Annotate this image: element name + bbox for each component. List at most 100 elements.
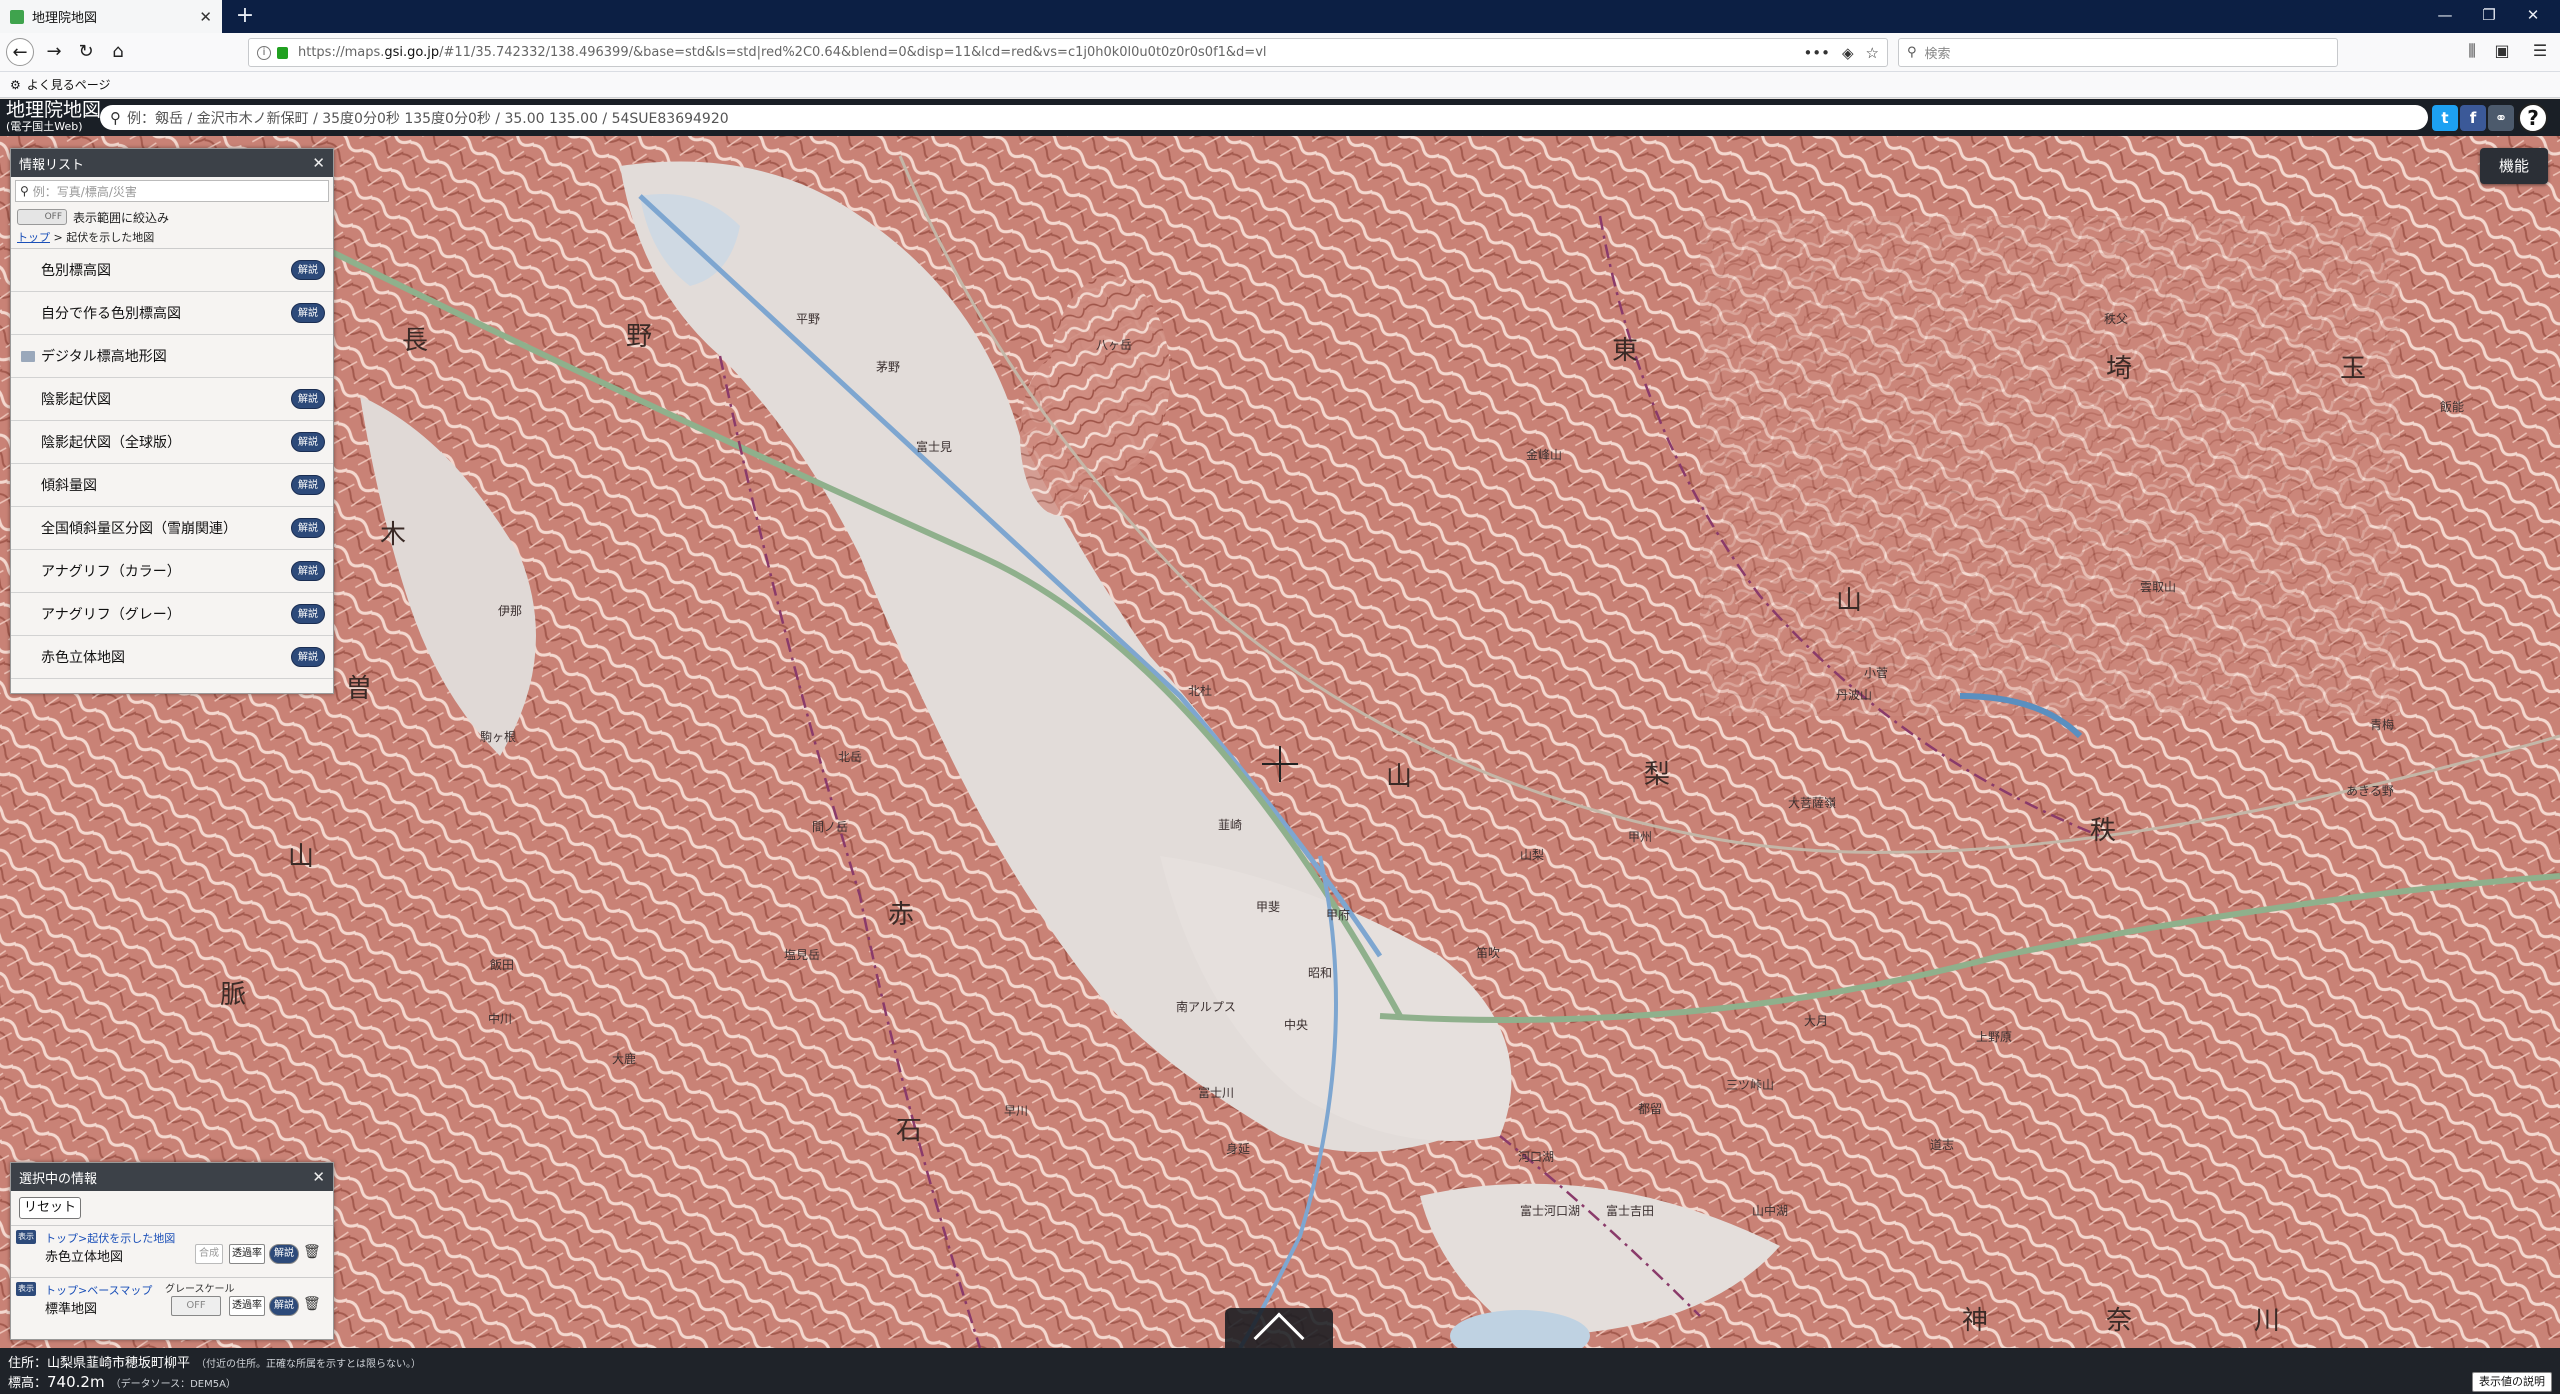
place-label: 三ツ峠山 xyxy=(1726,1078,1775,1092)
breadcrumb-top-link[interactable]: トップ xyxy=(17,231,50,244)
address-note: （付近の住所。正確な所属を示すとは限らない。） xyxy=(196,1359,422,1370)
reset-button[interactable]: リセット xyxy=(19,1197,81,1219)
explain-button[interactable]: 解説 xyxy=(291,303,325,323)
explain-button[interactable]: 解説 xyxy=(269,1296,299,1316)
list-item-label: 色別標高図 xyxy=(41,263,111,279)
place-label: 甲府 xyxy=(1326,908,1351,922)
twitter-icon[interactable]: t xyxy=(2432,105,2458,131)
elevation-source: （データソース：DEM5A） xyxy=(110,1379,236,1390)
site-info-icon[interactable]: i xyxy=(257,45,271,60)
transparency-button[interactable]: 透過率 xyxy=(229,1296,265,1316)
place-search-placeholder: 例：剱岳 / 金沢市木ノ新保町 / 35度0分0秒 135度0分0秒 / 35.… xyxy=(127,110,729,127)
layer-path[interactable]: トップ>起伏を示した地図 xyxy=(45,1230,175,1246)
explain-button[interactable]: 解説 xyxy=(291,518,325,538)
list-item-label: 自分で作る色別標高図 xyxy=(41,306,181,322)
close-icon[interactable]: ✕ xyxy=(312,154,325,172)
info-filter-input[interactable]: ⚲ 例：写真/標高/災害 xyxy=(15,180,329,202)
explain-button[interactable]: 解説 xyxy=(291,260,325,280)
list-item[interactable]: 陰影起伏図（全球版） 解説 xyxy=(11,421,333,464)
explain-button[interactable]: 解説 xyxy=(291,604,325,624)
page-actions-icon[interactable]: ••• xyxy=(1803,44,1830,62)
browser-tab[interactable]: 地理院地図 ✕ xyxy=(0,0,222,33)
place-label: 大菩薩嶺 xyxy=(1788,796,1837,810)
explain-button[interactable]: 解説 xyxy=(269,1244,299,1264)
gsi-logo[interactable]: 地理院地図 (電子国土Web) xyxy=(6,101,101,133)
place-label: 北杜 xyxy=(1188,684,1213,698)
place-label: 青梅 xyxy=(2370,718,2395,732)
close-tab-icon[interactable]: ✕ xyxy=(199,8,212,26)
home-button[interactable]: ⌂ xyxy=(104,38,132,66)
map-label-sai: 埼 xyxy=(2106,354,2133,384)
list-item[interactable]: 全国傾斜量区分図（雪崩関連） 解説 xyxy=(11,507,333,550)
transparency-button[interactable]: 透過率 xyxy=(229,1244,265,1264)
browser-search-input[interactable]: ⚲ 検索 xyxy=(1898,38,2338,67)
forward-button[interactable]: → xyxy=(40,38,68,66)
minimize-icon[interactable]: — xyxy=(2430,6,2460,24)
elevation-readout: 標高：740.2m （データソース：DEM5A） xyxy=(8,1372,236,1391)
map-label-aka: 赤 xyxy=(888,900,915,930)
narrow-filter-row: OFF 表示範囲に絞込み xyxy=(11,205,333,229)
layer-path[interactable]: トップ>ベースマップ xyxy=(45,1282,152,1298)
list-item[interactable]: 傾斜量図 解説 xyxy=(11,464,333,507)
place-label: 茅野 xyxy=(876,360,901,374)
list-item[interactable]: 色別標高図 解説 xyxy=(11,249,333,292)
selected-layer-item: 表示 トップ>ベースマップ 標準地図 グレースケール OFF 透過率 解説 🗑 xyxy=(11,1277,333,1329)
visibility-toggle[interactable]: 表示 xyxy=(16,1282,36,1296)
list-item[interactable]: 陰影起伏図 解説 xyxy=(11,378,333,421)
layer-name: 標準地図 xyxy=(45,1302,98,1317)
grayscale-toggle[interactable]: OFF xyxy=(171,1296,221,1316)
trash-icon[interactable]: 🗑 xyxy=(303,1244,321,1262)
map-label-naga: 長 xyxy=(402,326,429,356)
new-tab-button[interactable]: + xyxy=(232,4,258,30)
library-icon[interactable]: ⫼ xyxy=(2460,41,2484,61)
list-folder[interactable]: デジタル標高地形図 xyxy=(11,335,333,378)
url-bar[interactable]: i https://maps.gsi.go.jp/#11/35.742332/1… xyxy=(248,38,1888,67)
explain-button[interactable]: 解説 xyxy=(291,475,325,495)
pocket-icon[interactable]: ◈ xyxy=(1842,44,1854,62)
sidebar-icon[interactable]: ▣ xyxy=(2490,41,2514,60)
grayscale-label: グレースケール xyxy=(165,1284,235,1295)
search-icon: ⚲ xyxy=(1907,45,1917,60)
place-label: 大月 xyxy=(1804,1014,1829,1028)
list-item[interactable]: アナグリフ（カラー） 解説 xyxy=(11,550,333,593)
list-item[interactable]: 自分で作る色別標高図 解説 xyxy=(11,292,333,335)
facebook-icon[interactable]: f xyxy=(2460,105,2486,131)
restore-icon[interactable]: ❐ xyxy=(2474,6,2504,24)
visibility-toggle[interactable]: 表示 xyxy=(16,1230,36,1244)
bookmark-star-icon[interactable]: ☆ xyxy=(1866,44,1879,62)
reload-button[interactable]: ↻ xyxy=(72,38,100,66)
help-icon[interactable]: ? xyxy=(2518,103,2548,133)
map-label-ishi: 石 xyxy=(896,1116,923,1146)
value-legend-button[interactable]: 表示値の説明 xyxy=(2472,1372,2552,1392)
list-item[interactable]: 赤色立体地図 解説 xyxy=(11,636,333,679)
selected-info-header[interactable]: 選択中の情報 ✕ xyxy=(11,1163,333,1191)
list-item-label: 赤色立体地図 xyxy=(41,650,125,666)
map-center-crosshair xyxy=(1262,746,1298,782)
explain-button[interactable]: 解説 xyxy=(291,647,325,667)
map-canvas[interactable]: 機能 長 野 東 埼 玉 木 曽 山 脈 赤 石 山 梨 山 秩 神 奈 川 平… xyxy=(0,136,2560,1348)
list-item-label: デジタル標高地形図 xyxy=(41,349,167,365)
place-label: 甲斐 xyxy=(1256,900,1281,914)
back-button[interactable]: ← xyxy=(6,38,34,66)
window-close-icon[interactable]: ✕ xyxy=(2518,6,2548,24)
explain-button[interactable]: 解説 xyxy=(291,389,325,409)
explain-button[interactable]: 解説 xyxy=(291,432,325,452)
blend-button[interactable]: 合成 xyxy=(195,1244,223,1264)
function-menu-button[interactable]: 機能 xyxy=(2480,148,2548,184)
explain-button[interactable]: 解説 xyxy=(291,561,325,581)
show-footer-button[interactable] xyxy=(1225,1308,1333,1348)
trash-icon[interactable]: 🗑 xyxy=(303,1296,321,1314)
map-label-na: 奈 xyxy=(2106,1306,2133,1336)
menu-icon[interactable]: ☰ xyxy=(2528,41,2552,60)
place-label: 小菅 xyxy=(1864,666,1889,680)
list-item[interactable]: アナグリフ（グレー） 解説 xyxy=(11,593,333,636)
place-label: 上野原 xyxy=(1976,1030,2013,1044)
chevron-up-icon xyxy=(1253,1312,1305,1348)
close-icon[interactable]: ✕ xyxy=(312,1168,325,1186)
narrow-toggle[interactable]: OFF xyxy=(17,209,67,225)
link-icon[interactable]: ⚭ xyxy=(2488,105,2514,131)
place-search-input[interactable]: ⚲ 例：剱岳 / 金沢市木ノ新保町 / 35度0分0秒 135度0分0秒 / 3… xyxy=(100,105,2428,130)
place-label: 雲取山 xyxy=(2140,580,2177,594)
bookmark-item[interactable]: よく見るページ xyxy=(27,76,111,93)
info-list-header[interactable]: 情報リスト ✕ xyxy=(11,149,333,177)
